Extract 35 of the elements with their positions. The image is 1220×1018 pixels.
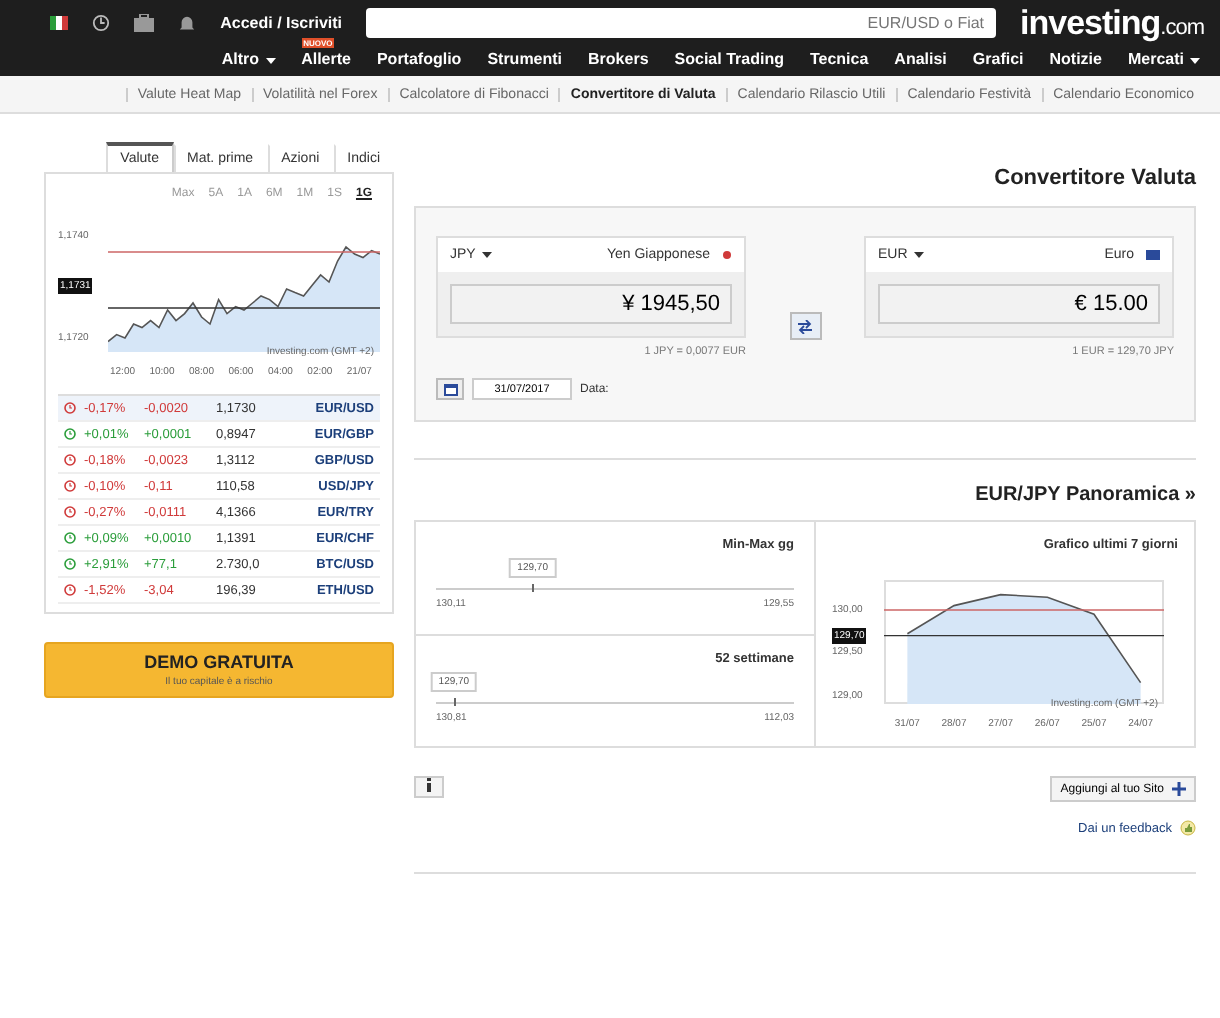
bell-icon[interactable] [178,13,197,33]
amount-field[interactable]: ¥ 1945,50 [450,284,732,324]
nav-item[interactable]: Strumenti [487,50,563,76]
calendar-button[interactable] [436,378,464,400]
info-button[interactable] [414,776,444,798]
plus-icon [1172,782,1186,796]
nav-item[interactable]: Analisi [894,50,947,76]
login-link[interactable]: Accedi / Iscriviti [220,14,343,32]
flag-icon [1146,250,1160,260]
nav-item[interactable]: Tecnica [809,50,869,76]
swap-button[interactable] [789,312,821,340]
nav-item[interactable]: Mercati [1127,50,1200,76]
nav-item[interactable]: Brokers [588,50,649,76]
clock-icon[interactable] [92,14,111,32]
flag-icon[interactable] [50,16,69,30]
nav-item[interactable]: Grafici [972,50,1024,76]
logo[interactable]: investing.com [1020,3,1204,43]
swap-icon [796,319,814,333]
amount-field[interactable]: € 15.00 [878,284,1160,324]
nav-item[interactable]: Portafoglio [376,50,462,76]
page-title: Convertitore Valuta [992,166,1196,190]
thumbs-up-icon [1180,820,1196,836]
search-field[interactable]: EUR/USD o Fiat [366,8,997,38]
calendar-icon [443,383,457,395]
caret-icon [481,252,492,258]
nav-item[interactable]: Notizie [1049,50,1102,76]
nav-item[interactable]: Altro [221,50,276,76]
caret-icon [913,252,924,258]
info-icon [426,778,432,792]
briefcase-icon[interactable] [134,14,155,32]
caret-icon [265,58,276,64]
flag-icon [722,250,732,260]
caret-icon [1190,58,1200,64]
nav-item[interactable]: Social Trading [674,50,784,76]
overview-title-link[interactable]: EUR/JPY Panoramica » [414,484,1196,506]
